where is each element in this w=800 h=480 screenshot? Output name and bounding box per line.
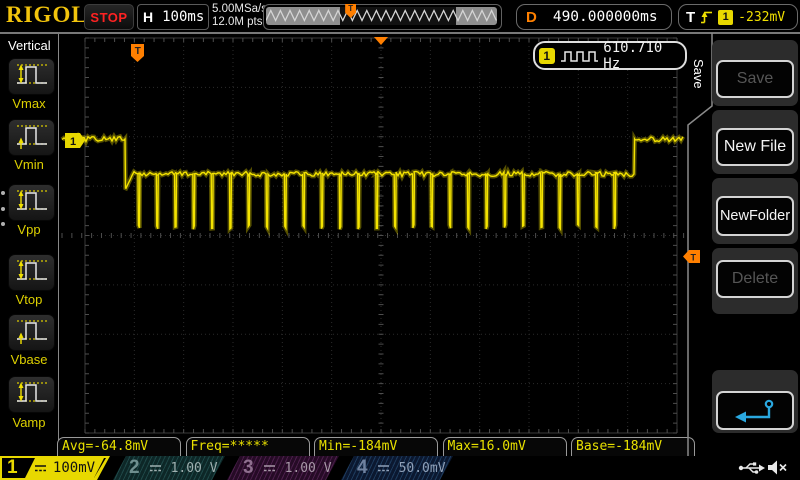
vmin-label: Vmin (0, 157, 58, 172)
vamp-icon (14, 378, 50, 411)
channel-1-scale: 100mV (53, 460, 95, 476)
channel-4-scale: 50.0mV (399, 461, 446, 476)
vmin-icon (14, 121, 50, 154)
horizontal-timebase-box: H 100ms (137, 4, 209, 30)
vmax-icon (14, 60, 50, 93)
overview-track (266, 7, 497, 25)
delete-button[interactable]: Delete (716, 260, 794, 298)
vbase-icon (14, 316, 50, 349)
overview-waveform (266, 8, 497, 24)
vpp-label: Vpp (0, 222, 58, 237)
vamp-button[interactable] (8, 376, 55, 413)
dc-coupling-icon (149, 463, 162, 473)
timebase-value: 100ms (162, 9, 204, 25)
waveform-overview-strip: T (263, 4, 502, 30)
channel-3-number: 3 (243, 457, 254, 479)
vpp-button[interactable] (8, 184, 55, 221)
acquisition-info: 5.00MSa/s 12.0M pts (212, 3, 267, 29)
page-dot (1, 222, 5, 226)
return-arrow-icon (733, 398, 777, 424)
vmax-label: Vmax (0, 96, 58, 111)
vmax-button[interactable] (8, 58, 55, 95)
waveform-display: T1T 1 610.710 Hz (60, 33, 686, 456)
svg-text:1: 1 (70, 136, 76, 148)
svg-text:T: T (135, 46, 141, 57)
new-file-button[interactable]: New File (716, 128, 794, 166)
left-measure-menu: Vertical Vmax Vmin Vpp Vtop Vbase Vamp (0, 34, 60, 456)
new-folder-button[interactable]: NewFolder (716, 196, 794, 236)
frequency-counter: 1 610.710 Hz (533, 41, 687, 70)
svg-text:T: T (691, 253, 697, 263)
channel-1-scale-box: 100mV (25, 458, 104, 478)
trigger-readout-box: T 1 -232mV (678, 4, 798, 30)
vtop-label: Vtop (0, 292, 58, 307)
dc-coupling-icon (377, 463, 390, 473)
vtop-button[interactable] (8, 254, 55, 291)
trigger-level-marker: T (683, 250, 700, 263)
page-dot (1, 191, 5, 195)
display-markers: T 1 T (60, 33, 720, 456)
delay-label: D (526, 9, 537, 26)
vbase-button[interactable] (8, 314, 55, 351)
left-menu-divider (58, 34, 59, 456)
rising-edge-icon (700, 9, 713, 25)
counter-source-badge: 1 (539, 48, 555, 64)
dc-coupling-icon (263, 463, 276, 473)
channel-1-number: 1 (7, 457, 18, 479)
run-status-badge: STOP (84, 4, 134, 30)
trigger-level-value: -232mV (738, 10, 785, 25)
save-button[interactable]: Save (716, 60, 794, 98)
vpp-icon (14, 186, 50, 219)
vamp-label: Vamp (0, 415, 58, 430)
channel-3-scale: 1.00 V (285, 461, 332, 476)
vmin-button[interactable] (8, 119, 55, 156)
frequency-value: 610.710 Hz (603, 40, 685, 72)
trigger-source-badge: 1 (718, 10, 733, 25)
back-button[interactable] (716, 391, 794, 430)
channel-2-number: 2 (129, 457, 140, 479)
delay-readout-box: D 490.000000ms (516, 4, 672, 30)
sample-rate: 5.00MSa/s (212, 3, 267, 16)
channel-1[interactable]: 1 100mV (0, 456, 110, 480)
usb-icon (738, 460, 766, 476)
vtop-icon (14, 256, 50, 289)
speaker-muted-icon (766, 459, 788, 476)
square-wave-icon (560, 49, 599, 63)
channel1-position-marker: 1 (65, 133, 85, 148)
trigger-label: T (686, 9, 695, 26)
channel-3[interactable]: 3 1.00 V (227, 456, 339, 480)
vbase-label: Vbase (0, 352, 58, 367)
page-dot (1, 207, 5, 211)
channel-4-number: 4 (357, 457, 368, 479)
memory-depth: 12.0M pts (212, 16, 267, 29)
rigol-logo: RIGOL (6, 2, 88, 28)
channel-4[interactable]: 4 50.0mV (341, 456, 453, 480)
horizontal-label: H (143, 9, 153, 25)
left-menu-title: Vertical (8, 38, 51, 53)
delay-value: 490.000000ms (553, 9, 658, 25)
trigger-position-marker: T (131, 44, 144, 62)
channel-2[interactable]: 2 1.00 V (113, 456, 225, 480)
delay-window-marker (374, 37, 388, 45)
oscilloscope-screen: RIGOL STOP H 100ms 5.00MSa/s 12.0M pts T… (0, 0, 800, 480)
channel-2-scale: 1.00 V (171, 461, 218, 476)
dc-coupling-icon (34, 463, 47, 473)
